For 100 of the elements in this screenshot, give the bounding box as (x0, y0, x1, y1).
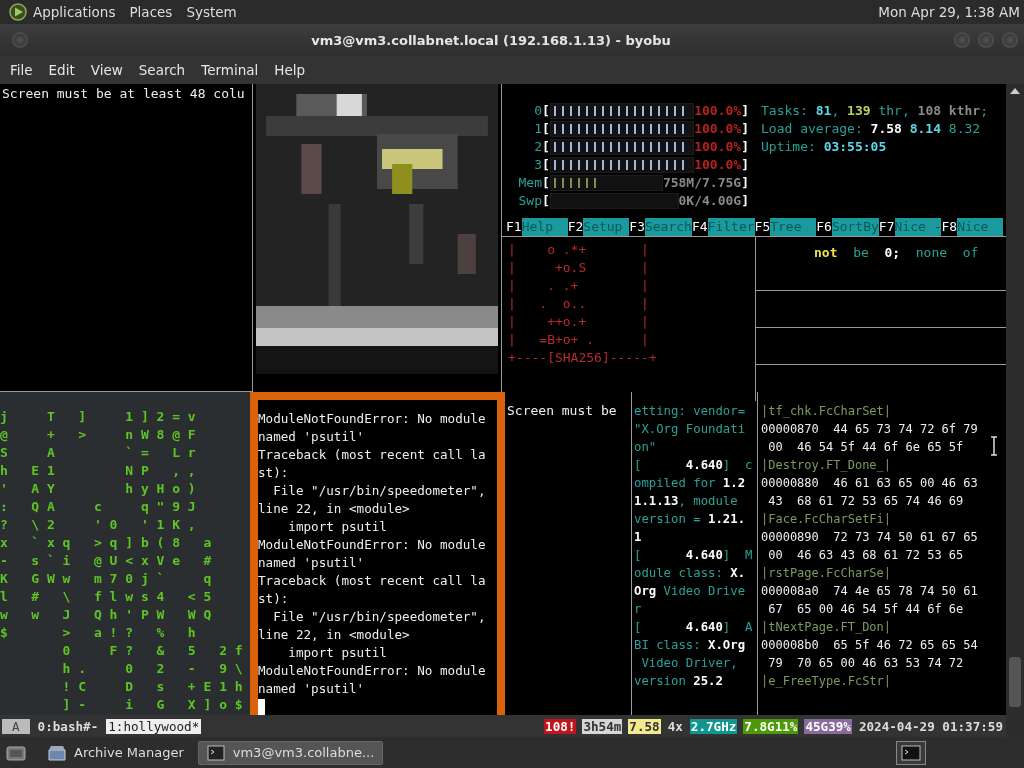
meter-label: 3 (533, 156, 542, 174)
terminal-text: ModuleNotFoundError: No module (258, 662, 487, 680)
menu-logo-icon[interactable] (9, 3, 27, 21)
window-button[interactable] (954, 32, 970, 48)
terminal-cursor (258, 699, 265, 715)
log-line: [ 4.640] A (634, 619, 754, 636)
ascii-line: |e_FreeType.FcStr| (761, 673, 892, 690)
matrix-text: ! C D s + E 1 h (61, 678, 244, 696)
key-label: F6 (816, 218, 832, 236)
session-badge: A (2, 718, 30, 734)
randomart-line: | . .+ | (508, 277, 650, 295)
hex-line: 00 46 54 5f 44 6f 6e 65 5f (767, 439, 964, 456)
hex-line: 00000880 46 61 63 65 00 46 63 (761, 475, 978, 492)
terminal-text: line 22, in <module> (258, 500, 411, 518)
terminal-icon (206, 744, 225, 761)
randomart-line: | ++o.+ | (508, 313, 650, 331)
matrix-text: h . 0 2 - 9 \ (61, 660, 244, 678)
log-line: [ 4.640] c (634, 457, 754, 474)
key-label: F1 (506, 218, 522, 236)
stats-line: Uptime: 03:55:05 (761, 138, 888, 156)
log-line: 1 (634, 529, 643, 546)
menu-item[interactable]: File (2, 62, 41, 78)
taskbar-button[interactable]: Archive Manager (40, 740, 192, 765)
randomart-line: | o .*+ | (508, 241, 650, 259)
bracket-text: [ (542, 138, 550, 156)
clock[interactable]: Mon Apr 29, 1:38 AM (878, 4, 1020, 20)
log-line: odule class: X. (634, 565, 747, 582)
matrix-text: $ > a ! ? % h (0, 624, 197, 642)
meter-reading: 100.0% (694, 120, 742, 138)
status-item: 7.8G11% (743, 718, 799, 734)
window-menu-button[interactable] (12, 32, 28, 48)
terminal-text: named 'psutil' (258, 680, 366, 698)
key-label: F8 (941, 218, 958, 236)
matrix-text: l # \ f l w s 4 < 5 (0, 588, 213, 606)
meter-reading: 758M/7.75G (662, 174, 742, 192)
status-item: 45G39% (804, 718, 852, 734)
key-label: F3 (629, 218, 645, 236)
terminal-text: ModuleNotFoundError: No module (258, 536, 487, 554)
taskbar-button[interactable]: vm3@vm3.collabne... (197, 740, 384, 765)
bracket-text: ] (741, 102, 749, 120)
terminal-text: Traceback (most recent call la (258, 572, 487, 590)
meter-label: Mem (517, 174, 542, 192)
scroll-up-icon[interactable] (1010, 88, 1020, 94)
terminal-text: named 'psutil' (258, 554, 366, 572)
meter-label: 0 (533, 102, 542, 120)
show-desktop-icon[interactable] (6, 743, 26, 762)
panel-menu[interactable]: Places (129, 4, 173, 20)
matrix-text: ? \ 2 ' 0 ' 1 K , (0, 516, 197, 534)
terminal-text: Screen must be (507, 402, 618, 420)
ascii-line: |tf_chk.FcCharSet| (761, 403, 892, 420)
matrix-text: @ + > n W 8 @ F (0, 426, 197, 444)
stats-line: Tasks: 81, 139 thr, 108 kthr; (761, 102, 988, 120)
log-line: 1.1.13, module (634, 493, 739, 510)
matrix-text: h E 1 N P , , (0, 462, 197, 480)
bracket-text: ] (741, 192, 749, 210)
ascii-line: |Face.FcCharSetFi| (761, 511, 892, 528)
terminal-text: not be 0; none of (814, 244, 980, 262)
status-item: 2024-04-29 01:37:59 (857, 718, 1004, 734)
bracket-text: [ (542, 120, 550, 138)
panel-menu[interactable]: System (186, 4, 237, 20)
log-line: ompiled for 1.2 (634, 475, 747, 492)
hex-line: 67 65 00 46 54 5f 44 6f 6e (767, 601, 964, 618)
key-label: F4 (691, 218, 708, 236)
terminal-text: Screen must be at least 48 colu (2, 85, 246, 103)
status-item: 4x (666, 718, 684, 734)
matrix-text: K G W w m 7 0 j ` q (0, 570, 213, 588)
status-item: 2.7GHz (689, 718, 738, 734)
matrix-text: : Q A c q " 9 J (0, 498, 197, 516)
terminal-text: import psutil (287, 518, 388, 536)
scrollbar-thumb[interactable] (1009, 657, 1021, 707)
bracket-text: [ (542, 156, 550, 174)
terminal-text: Traceback (most recent call la (258, 446, 487, 464)
menu-item[interactable]: Search (130, 62, 194, 78)
meter-label: 2 (533, 138, 542, 156)
archive-icon (48, 744, 66, 761)
panel-menu[interactable]: Applications (33, 4, 116, 20)
matrix-text: S A ` = L r (0, 444, 197, 462)
window-tab[interactable]: 1:hollywood* (106, 718, 202, 734)
menu-item[interactable]: Help (266, 62, 314, 78)
log-line: version = 1.21. (634, 511, 747, 528)
randomart-line: +----[SHA256]-----+ (508, 349, 658, 367)
terminal-text: File "/usr/bin/speedometer", (272, 482, 487, 500)
menu-item[interactable]: Edit (40, 62, 83, 78)
meter-reading: 0K/4.00G (678, 192, 742, 210)
window-button[interactable] (978, 32, 994, 48)
log-line: etting: vendor= (634, 403, 747, 420)
matrix-text: - s ` i @ U < x V e # (0, 552, 213, 570)
ascii-line: |Destroy.FT_Done_| (761, 457, 892, 474)
log-line: "X.Org Foundati (634, 421, 747, 438)
menu-item[interactable]: Terminal (193, 62, 267, 78)
matrix-text: 0 F ? & 5 2 f (61, 642, 244, 660)
log-line: on" (634, 439, 658, 456)
bracket-text: ] (741, 174, 749, 192)
randomart-line: | +o.S | (508, 259, 650, 277)
menu-item[interactable]: View (82, 62, 131, 78)
window-tab[interactable]: 0:bash#- (35, 718, 101, 734)
meter-reading: 100.0% (694, 102, 742, 120)
terminal-icon[interactable] (896, 740, 926, 765)
bracket-text: [ (542, 102, 550, 120)
window-button[interactable] (1002, 32, 1018, 48)
